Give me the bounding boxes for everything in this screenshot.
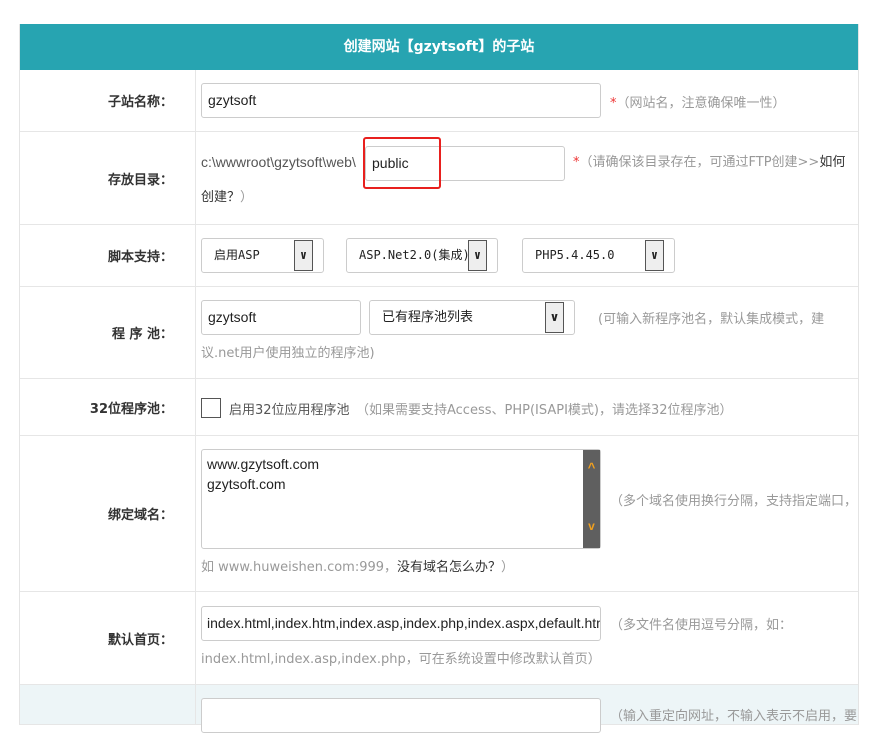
scrollbar[interactable]: ^ v bbox=[583, 450, 600, 548]
pool-select-value: 已有程序池列表 bbox=[382, 310, 474, 325]
pool-hint-2: 议.net用户使用独立的程序池) bbox=[201, 346, 375, 361]
row-directory: 存放目录： c:\wwwroot\gzytsoft\web\ public *（… bbox=[20, 132, 858, 225]
label-pool: 程 序 池： bbox=[20, 287, 196, 378]
row-script-support: 脚本支持： 启用ASP ∨ ASP.Net2.0(集成) ∨ PHP5.4.45.0… bbox=[20, 225, 858, 287]
row-redirect: （输入重定向网址，不输入表示不启用，要 bbox=[20, 685, 858, 733]
domains-textarea[interactable]: www.gzytsoft.com gzytsoft.com ^ v bbox=[201, 449, 601, 549]
pool32-checkbox[interactable] bbox=[201, 398, 221, 418]
label-pool32: 32位程序池： bbox=[20, 379, 196, 435]
pool-select[interactable]: 已有程序池列表 ∨ bbox=[369, 300, 575, 335]
label-index: 默认首页： bbox=[20, 592, 196, 684]
pool-name-input[interactable]: gzytsoft bbox=[201, 300, 361, 335]
asp-value: 启用ASP bbox=[214, 248, 260, 262]
label-redirect bbox=[20, 685, 196, 724]
form-title: 创建网站【gzytsoft】的子站 bbox=[20, 24, 858, 70]
redirect-input[interactable] bbox=[201, 698, 601, 733]
domain-line: gzytsoft.com bbox=[207, 476, 286, 492]
no-domain-link[interactable]: 没有域名怎么办？ bbox=[397, 560, 501, 575]
chevron-down-icon: ∨ bbox=[294, 240, 313, 271]
hint-end: ） bbox=[240, 190, 254, 205]
row-pool32: 32位程序池： 启用32位应用程序池 （如果需要支持Access、PHP(ISA… bbox=[20, 379, 858, 436]
scroll-up-icon[interactable]: ^ bbox=[583, 458, 600, 478]
row-app-pool: 程 序 池： gzytsoft 已有程序池列表 ∨ (可输入新程序池名，默认集成模… bbox=[20, 287, 858, 379]
chevron-down-icon: ∨ bbox=[645, 240, 664, 271]
php-select[interactable]: PHP5.4.45.0 ∨ bbox=[522, 238, 675, 273]
chevron-down-icon: ∨ bbox=[545, 302, 564, 333]
domain-hint: （多个域名使用换行分隔，支持指定端口， bbox=[610, 494, 858, 509]
pool32-hint: （如果需要支持Access、PHP(ISAPI模式)，请选择32位程序池） bbox=[356, 403, 733, 418]
row-default-index: 默认首页： index.html,index.htm,index.asp,ind… bbox=[20, 592, 858, 685]
name-hint: （网站名，注意确保唯一性） bbox=[616, 96, 786, 111]
asp-select[interactable]: 启用ASP ∨ bbox=[201, 238, 324, 273]
create-subsite-form: 创建网站【gzytsoft】的子站 子站名称： gzytsoft *（网站名，注… bbox=[19, 24, 859, 733]
domain-hint-2: 如 www.huweishen.com:999， bbox=[201, 560, 398, 575]
pool-hint: (可输入新程序池名，默认集成模式，建 bbox=[598, 312, 825, 327]
label-domains: 绑定域名： bbox=[20, 436, 196, 591]
label-subsite-name: 子站名称： bbox=[20, 70, 196, 131]
label-directory: 存放目录： bbox=[20, 132, 196, 224]
pool32-checkbox-label[interactable]: 启用32位应用程序池 bbox=[229, 399, 350, 418]
scroll-down-icon[interactable]: v bbox=[583, 516, 600, 536]
default-index-input[interactable]: index.html,index.htm,index.asp,index.php… bbox=[201, 606, 601, 641]
index-hint-2: index.html,index.asp,index.php，可在系统设置中修改… bbox=[201, 652, 601, 667]
chevron-down-icon: ∨ bbox=[468, 240, 487, 271]
label-script: 脚本支持： bbox=[20, 225, 196, 286]
row-subsite-name: 子站名称： gzytsoft *（网站名，注意确保唯一性） bbox=[20, 70, 858, 132]
row-domains: 绑定域名： www.gzytsoft.com gzytsoft.com ^ v … bbox=[20, 436, 858, 592]
domain-line: www.gzytsoft.com bbox=[207, 456, 320, 472]
directory-hint-block: *（请确保该目录存在，可通过FTP创建>>如何创建？） bbox=[201, 145, 856, 215]
subsite-name-input[interactable]: gzytsoft bbox=[201, 83, 601, 118]
hint-end: ） bbox=[501, 560, 515, 575]
dotnet-select[interactable]: ASP.Net2.0(集成) ∨ bbox=[346, 238, 498, 273]
index-hint: （多文件名使用逗号分隔，如： bbox=[610, 618, 793, 633]
directory-hint: （请确保该目录存在，可通过FTP创建>> bbox=[579, 155, 820, 170]
php-value: PHP5.4.45.0 bbox=[535, 248, 615, 262]
net-value: ASP.Net2.0(集成) bbox=[359, 248, 470, 262]
